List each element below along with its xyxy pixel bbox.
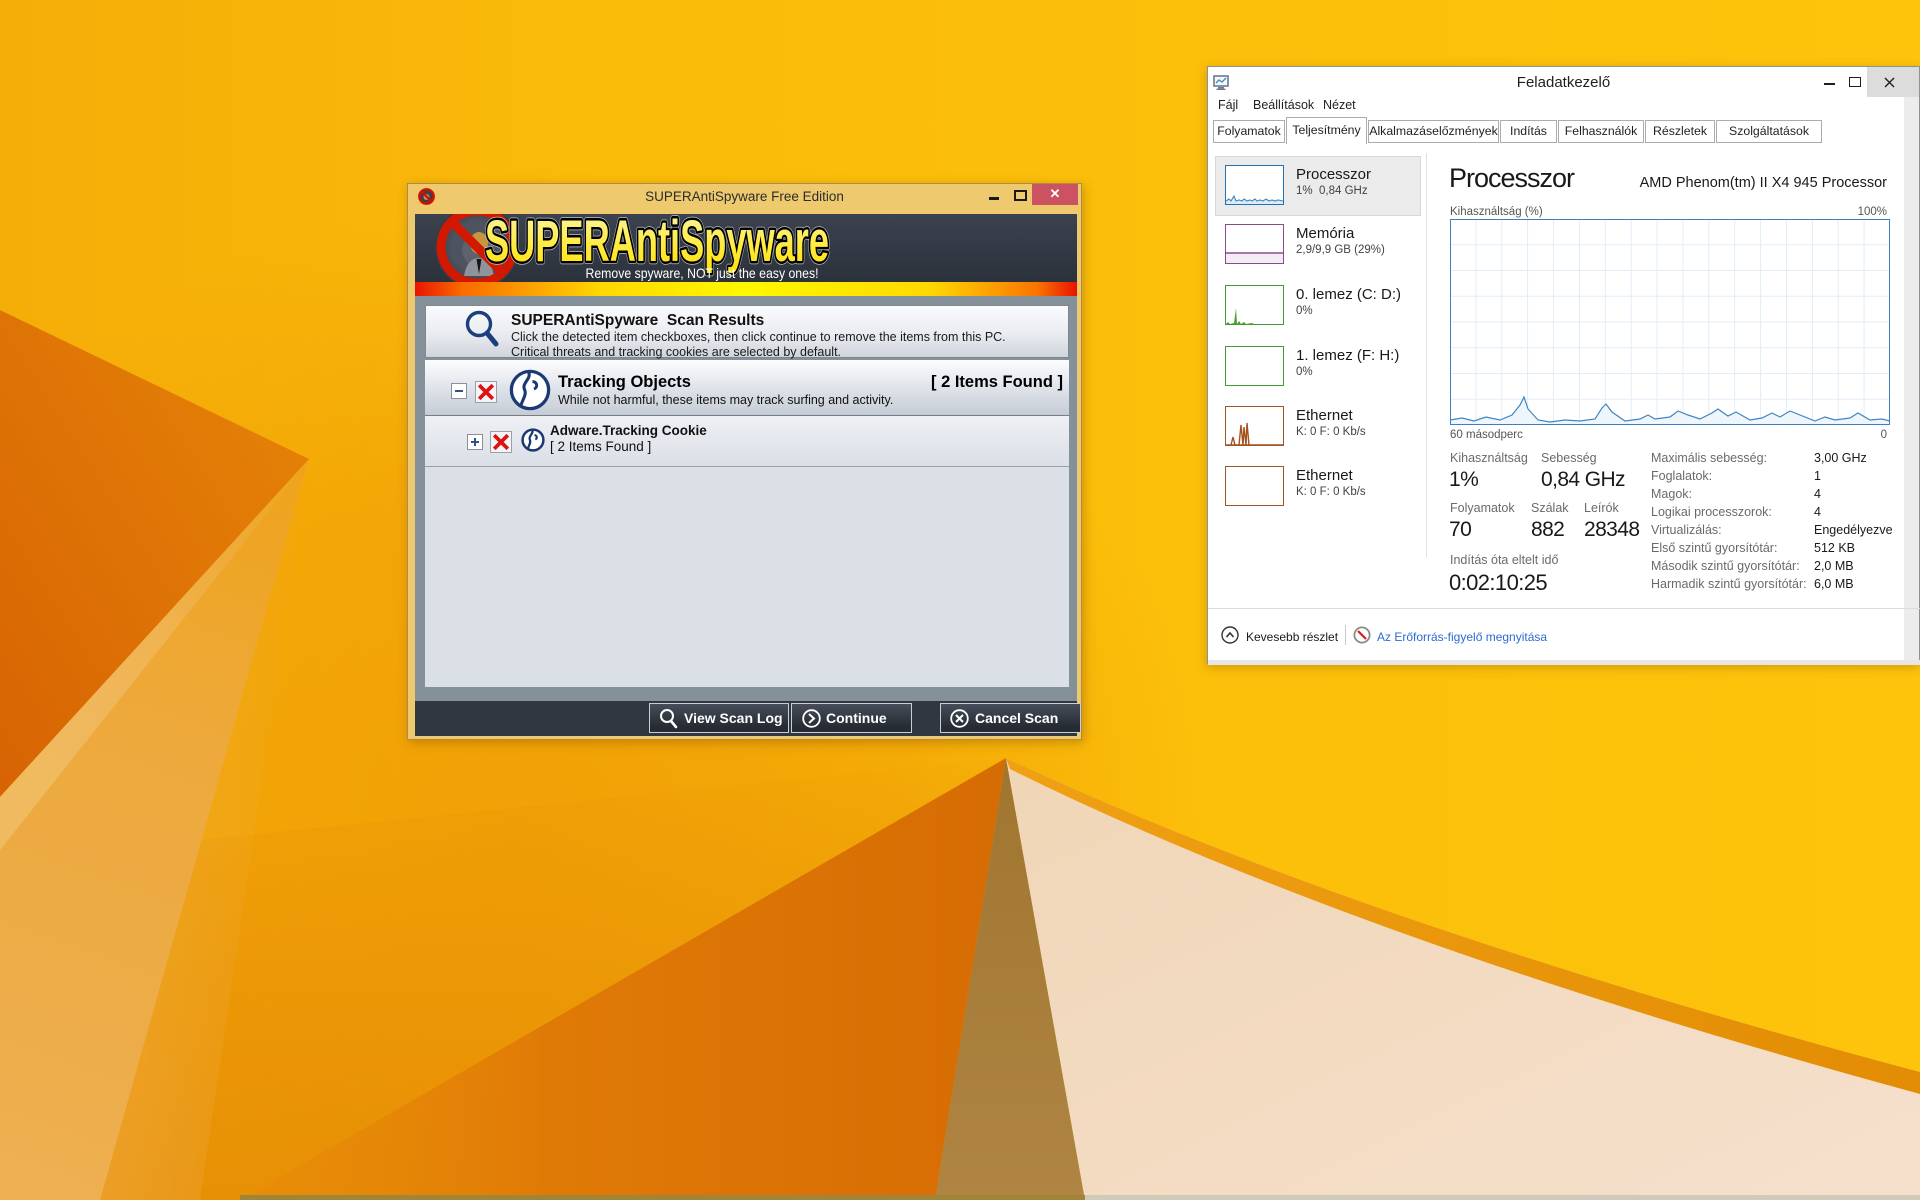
svg-text:Remove spyware, NOT just the e: Remove spyware, NOT just the easy ones! xyxy=(586,265,819,281)
